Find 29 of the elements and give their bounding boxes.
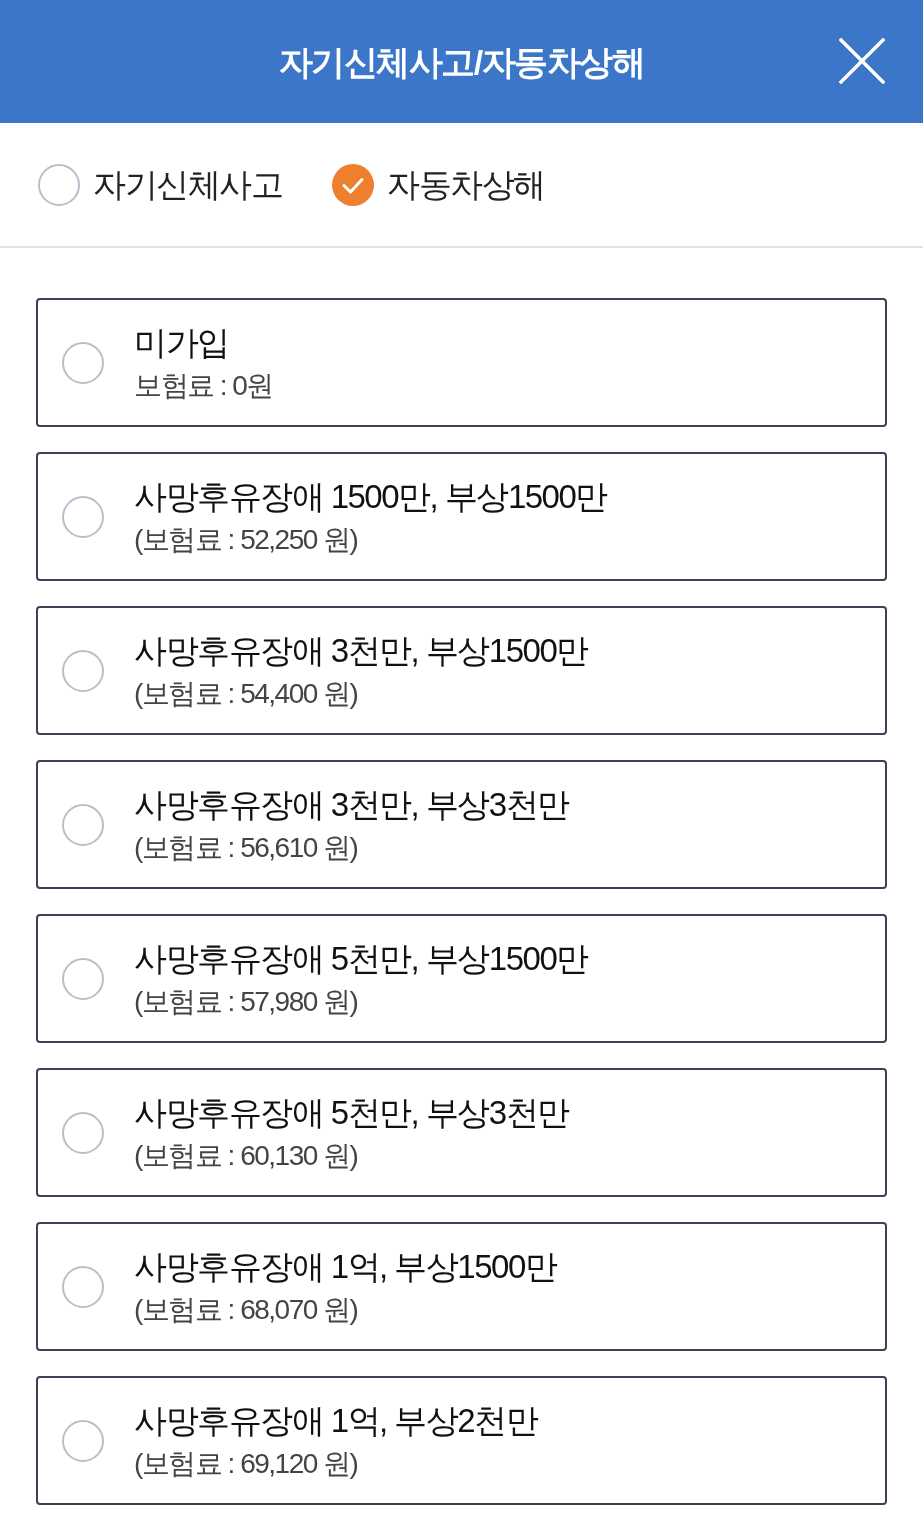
plan-premium: (보험료 : 54,400 원) — [134, 676, 359, 711]
plan-premium: (보험료 : 60,130 원) — [134, 1138, 359, 1173]
plan-option-card[interactable]: 사망후유장애 1500만, 부상1500만 (보험료 : 52,250 원) — [36, 452, 887, 581]
close-button[interactable] — [837, 36, 887, 86]
plan-option-card[interactable]: 사망후유장애 3천만, 부상1500만 (보험료 : 54,400 원) — [36, 606, 887, 735]
plan-name: 사망후유장애 1500만, 부상1500만 — [134, 476, 607, 517]
plan-option-card[interactable]: 사망후유장애 5천만, 부상1500만 (보험료 : 57,980 원) — [36, 914, 887, 1043]
plan-premium: (보험료 : 56,610 원) — [134, 830, 359, 865]
plan-option-card[interactable]: 사망후유장애 1억, 부상2천만 (보험료 : 69,120 원) — [36, 1376, 887, 1505]
plan-name: 사망후유장애 1억, 부상2천만 — [134, 1400, 538, 1441]
plan-premium: (보험료 : 68,070 원) — [134, 1292, 359, 1327]
plan-option-card[interactable]: 미가입 보험료 : 0원 — [36, 298, 887, 427]
plan-option-card[interactable]: 사망후유장애 3천만, 부상3천만 (보험료 : 56,610 원) — [36, 760, 887, 889]
plan-name: 사망후유장애 5천만, 부상1500만 — [134, 938, 588, 979]
plan-name: 사망후유장애 3천만, 부상3천만 — [134, 784, 569, 825]
plan-option-card[interactable]: 사망후유장애 5천만, 부상3천만 (보험료 : 60,130 원) — [36, 1068, 887, 1197]
plan-premium: (보험료 : 69,120 원) — [134, 1446, 359, 1481]
plan-premium: 보험료 : 0원 — [134, 368, 273, 403]
plan-name: 미가입 — [134, 322, 230, 363]
coverage-type-radio[interactable]: 자동차상해 — [332, 163, 545, 206]
plan-premium: (보험료 : 57,980 원) — [134, 984, 359, 1019]
plan-name: 사망후유장애 1억, 부상1500만 — [134, 1246, 557, 1287]
plan-premium: (보험료 : 52,250 원) — [134, 522, 359, 557]
plan-name: 사망후유장애 5천만, 부상3천만 — [134, 1092, 569, 1133]
coverage-type-radio[interactable]: 자기신체사고 — [38, 163, 282, 206]
plan-option-card[interactable]: 사망후유장애 1억, 부상1500만 (보험료 : 68,070 원) — [36, 1222, 887, 1351]
plan-name: 사망후유장애 3천만, 부상1500만 — [134, 630, 588, 671]
close-icon — [839, 38, 885, 84]
dialog-title: 자기신체사고/자동차상해 — [278, 44, 645, 79]
